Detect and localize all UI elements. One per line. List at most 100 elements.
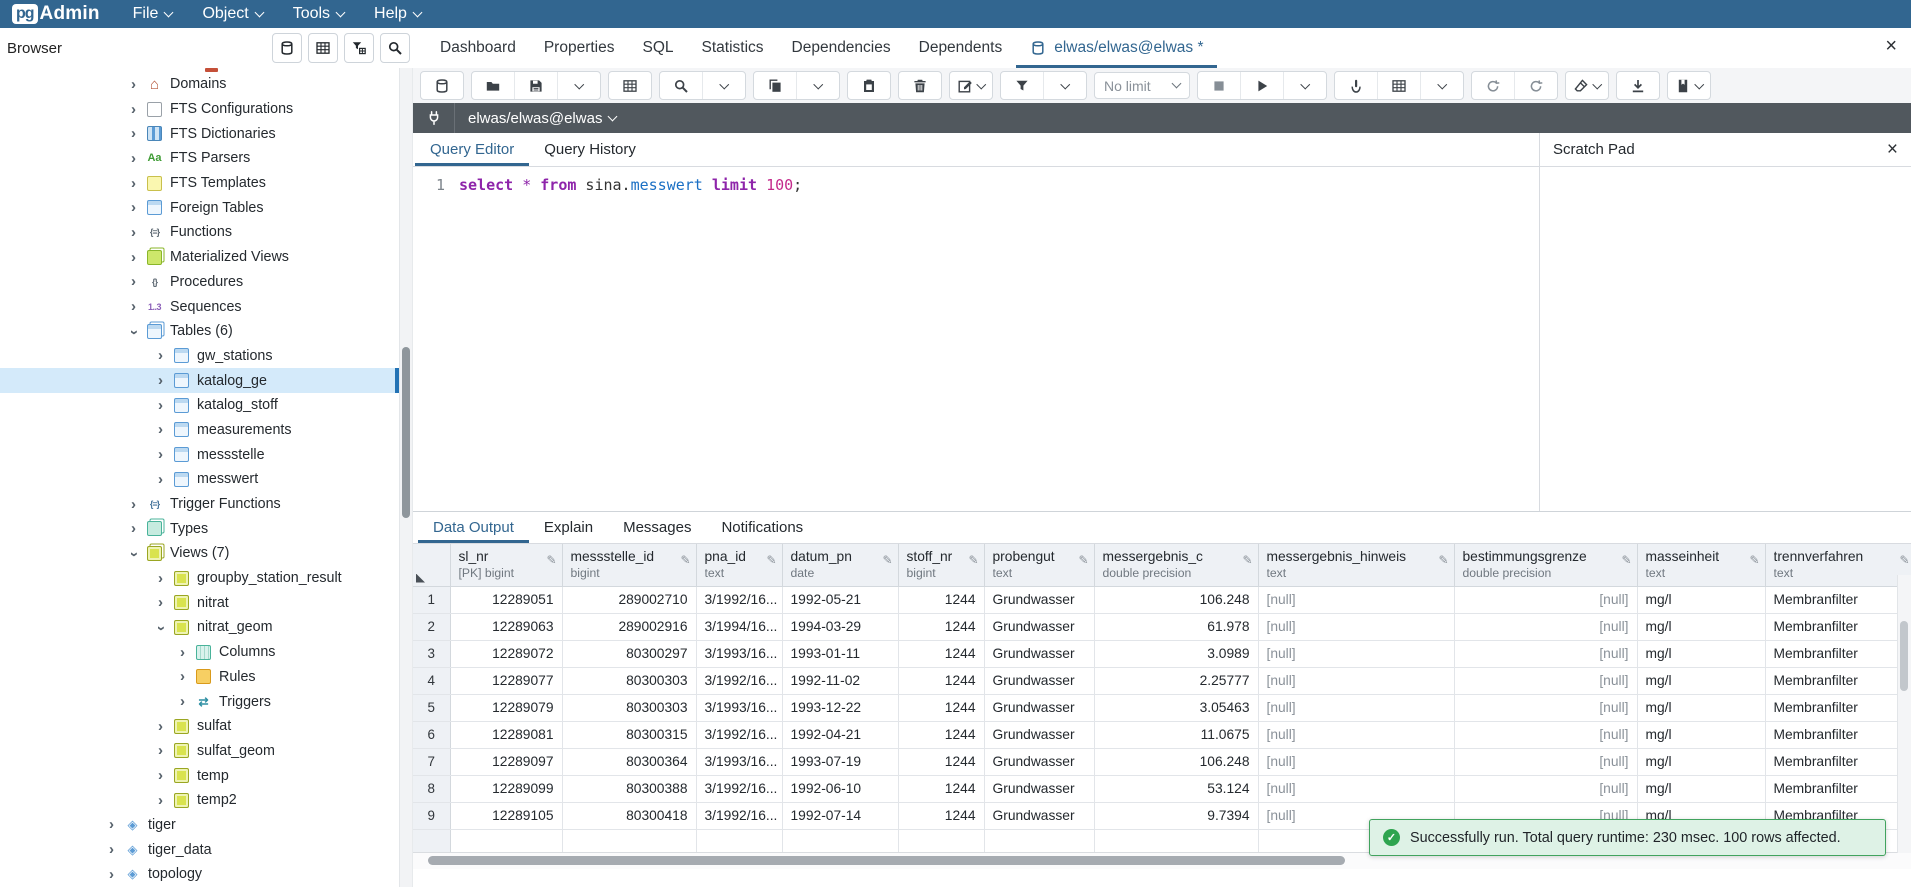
expand-chevron-icon[interactable]: › bbox=[126, 224, 141, 241]
cell[interactable]: [null] bbox=[1258, 613, 1454, 640]
tree-scrollbar-thumb[interactable] bbox=[402, 347, 410, 518]
cell[interactable]: 1994-03-29 bbox=[782, 613, 898, 640]
tab-dependents[interactable]: Dependents bbox=[905, 28, 1017, 68]
tree-item-domains[interactable]: ›⌂Domains bbox=[0, 72, 400, 97]
expand-chevron-icon[interactable]: › bbox=[153, 742, 168, 759]
open-file-button[interactable] bbox=[472, 72, 514, 99]
row-number[interactable]: 6 bbox=[413, 721, 450, 748]
cell[interactable]: 1244 bbox=[898, 613, 984, 640]
cell[interactable]: 3/1992/16... bbox=[696, 721, 782, 748]
expand-chevron-icon[interactable]: › bbox=[153, 718, 168, 735]
edit-pencil-icon[interactable]: ✎ bbox=[766, 553, 776, 567]
column-header-messstelle-id[interactable]: messstelle_idbigint✎ bbox=[562, 544, 696, 586]
expand-chevron-icon[interactable]: › bbox=[175, 644, 190, 661]
cell[interactable]: 1992-06-10 bbox=[782, 775, 898, 802]
cell[interactable]: Grundwasser bbox=[984, 748, 1094, 775]
row-number[interactable]: 4 bbox=[413, 667, 450, 694]
expand-chevron-icon[interactable]: › bbox=[126, 76, 141, 93]
connection-status[interactable] bbox=[413, 103, 455, 133]
expand-chevron-icon[interactable]: › bbox=[153, 372, 168, 389]
expand-chevron-icon[interactable]: › bbox=[104, 866, 119, 883]
cell[interactable]: mg/l bbox=[1637, 586, 1765, 613]
cell[interactable]: 3.0989 bbox=[1094, 640, 1258, 667]
tree-item-messstelle[interactable]: ›messstelle bbox=[0, 442, 400, 467]
cell[interactable]: 1992-07-14 bbox=[782, 802, 898, 829]
view-data-button[interactable] bbox=[1377, 72, 1420, 99]
cell[interactable]: 1992-11-02 bbox=[782, 667, 898, 694]
expand-chevron-icon[interactable]: › bbox=[126, 101, 141, 118]
cell[interactable]: mg/l bbox=[1637, 748, 1765, 775]
tree-item-temp[interactable]: ›temp bbox=[0, 763, 400, 788]
cell[interactable]: [null] bbox=[1258, 640, 1454, 667]
cell[interactable]: [null] bbox=[1258, 586, 1454, 613]
tree-item-procedures[interactable]: ›{}Procedures bbox=[0, 270, 400, 295]
cell[interactable]: 80300297 bbox=[562, 640, 696, 667]
expand-chevron-icon[interactable]: › bbox=[126, 125, 141, 142]
row-number[interactable]: 2 bbox=[413, 613, 450, 640]
expand-chevron-icon[interactable]: › bbox=[126, 273, 141, 290]
cancel-query-button[interactable] bbox=[1198, 72, 1240, 99]
save-file-options-button[interactable] bbox=[557, 72, 600, 99]
save-data-changes-button[interactable] bbox=[421, 72, 463, 99]
view-data-options-button[interactable] bbox=[1420, 72, 1463, 99]
expand-chevron-icon[interactable]: › bbox=[153, 421, 168, 438]
row-limit-select[interactable]: No limit bbox=[1094, 72, 1190, 99]
column-header-trennverfahren[interactable]: trennverfahrentext✎ bbox=[1765, 544, 1911, 586]
edit-button[interactable] bbox=[950, 72, 992, 99]
menu-file[interactable]: File bbox=[124, 5, 182, 23]
cell[interactable]: 12289051 bbox=[450, 586, 562, 613]
cell[interactable]: mg/l bbox=[1637, 640, 1765, 667]
cell[interactable]: 3/1993/16... bbox=[696, 748, 782, 775]
expand-chevron-icon[interactable]: › bbox=[153, 471, 168, 488]
cell[interactable]: 3.05463 bbox=[1094, 694, 1258, 721]
tab-messages[interactable]: Messages bbox=[608, 512, 706, 543]
row-number[interactable]: 5 bbox=[413, 694, 450, 721]
row-number[interactable]: 1 bbox=[413, 586, 450, 613]
cell[interactable]: 1244 bbox=[898, 640, 984, 667]
tab-explain[interactable]: Explain bbox=[529, 512, 608, 543]
tree-item-katalog-stoff[interactable]: ›katalog_stoff bbox=[0, 393, 400, 418]
close-panel-button[interactable]: × bbox=[1885, 36, 1897, 56]
edit-pencil-icon[interactable]: ✎ bbox=[1621, 553, 1631, 567]
expand-chevron-icon[interactable]: › bbox=[175, 693, 190, 710]
tree-item-functions[interactable]: ›{≡}Functions bbox=[0, 220, 400, 245]
tree-item-triggers[interactable]: ›⇄Triggers bbox=[0, 689, 400, 714]
tree-item-fts-parsers[interactable]: ›AaFTS Parsers bbox=[0, 146, 400, 171]
copy-button[interactable] bbox=[754, 72, 796, 99]
cell[interactable]: 1993-12-22 bbox=[782, 694, 898, 721]
cell[interactable]: 61.978 bbox=[1094, 613, 1258, 640]
cell[interactable]: Grundwasser bbox=[984, 640, 1094, 667]
cell[interactable]: Grundwasser bbox=[984, 586, 1094, 613]
tab-dashboard[interactable]: Dashboard bbox=[426, 28, 530, 68]
database-objects-button[interactable] bbox=[272, 33, 302, 63]
cell[interactable]: 3/1992/16... bbox=[696, 667, 782, 694]
vertical-scrollbar[interactable] bbox=[1897, 575, 1911, 853]
clear-button[interactable] bbox=[1566, 72, 1608, 99]
tree-item-views-7[interactable]: ›Views (7) bbox=[0, 541, 400, 566]
tree-item-trigger-functions[interactable]: ›{≡}Trigger Functions bbox=[0, 492, 400, 517]
cell[interactable]: Membranfilter bbox=[1765, 640, 1911, 667]
commit-transaction-button[interactable] bbox=[1472, 72, 1514, 99]
expand-chevron-icon[interactable]: › bbox=[126, 298, 141, 315]
cell[interactable]: 289002916 bbox=[562, 613, 696, 640]
execute-query-button[interactable] bbox=[1240, 72, 1283, 99]
expand-chevron-icon[interactable]: › bbox=[153, 767, 168, 784]
cell[interactable]: Membranfilter bbox=[1765, 694, 1911, 721]
cell[interactable]: 80300303 bbox=[562, 694, 696, 721]
filter-button[interactable] bbox=[1001, 72, 1043, 99]
cell[interactable]: [null] bbox=[1454, 613, 1637, 640]
cell[interactable]: 1244 bbox=[898, 721, 984, 748]
cell[interactable]: 12289081 bbox=[450, 721, 562, 748]
tree-item-sulfat[interactable]: ›sulfat bbox=[0, 714, 400, 739]
cell[interactable]: Grundwasser bbox=[984, 721, 1094, 748]
macros-button[interactable] bbox=[1668, 72, 1710, 99]
edit-pencil-icon[interactable]: ✎ bbox=[1899, 553, 1909, 567]
expand-chevron-icon[interactable]: › bbox=[126, 520, 141, 537]
cell[interactable]: Membranfilter bbox=[1765, 667, 1911, 694]
cell[interactable]: 106.248 bbox=[1094, 748, 1258, 775]
expand-chevron-icon[interactable]: › bbox=[153, 792, 168, 809]
tree-item-temp2[interactable]: ›temp2 bbox=[0, 788, 400, 813]
cell[interactable]: 1244 bbox=[898, 748, 984, 775]
cell[interactable]: 1992-04-21 bbox=[782, 721, 898, 748]
scratch-pad-body[interactable] bbox=[1540, 167, 1911, 511]
